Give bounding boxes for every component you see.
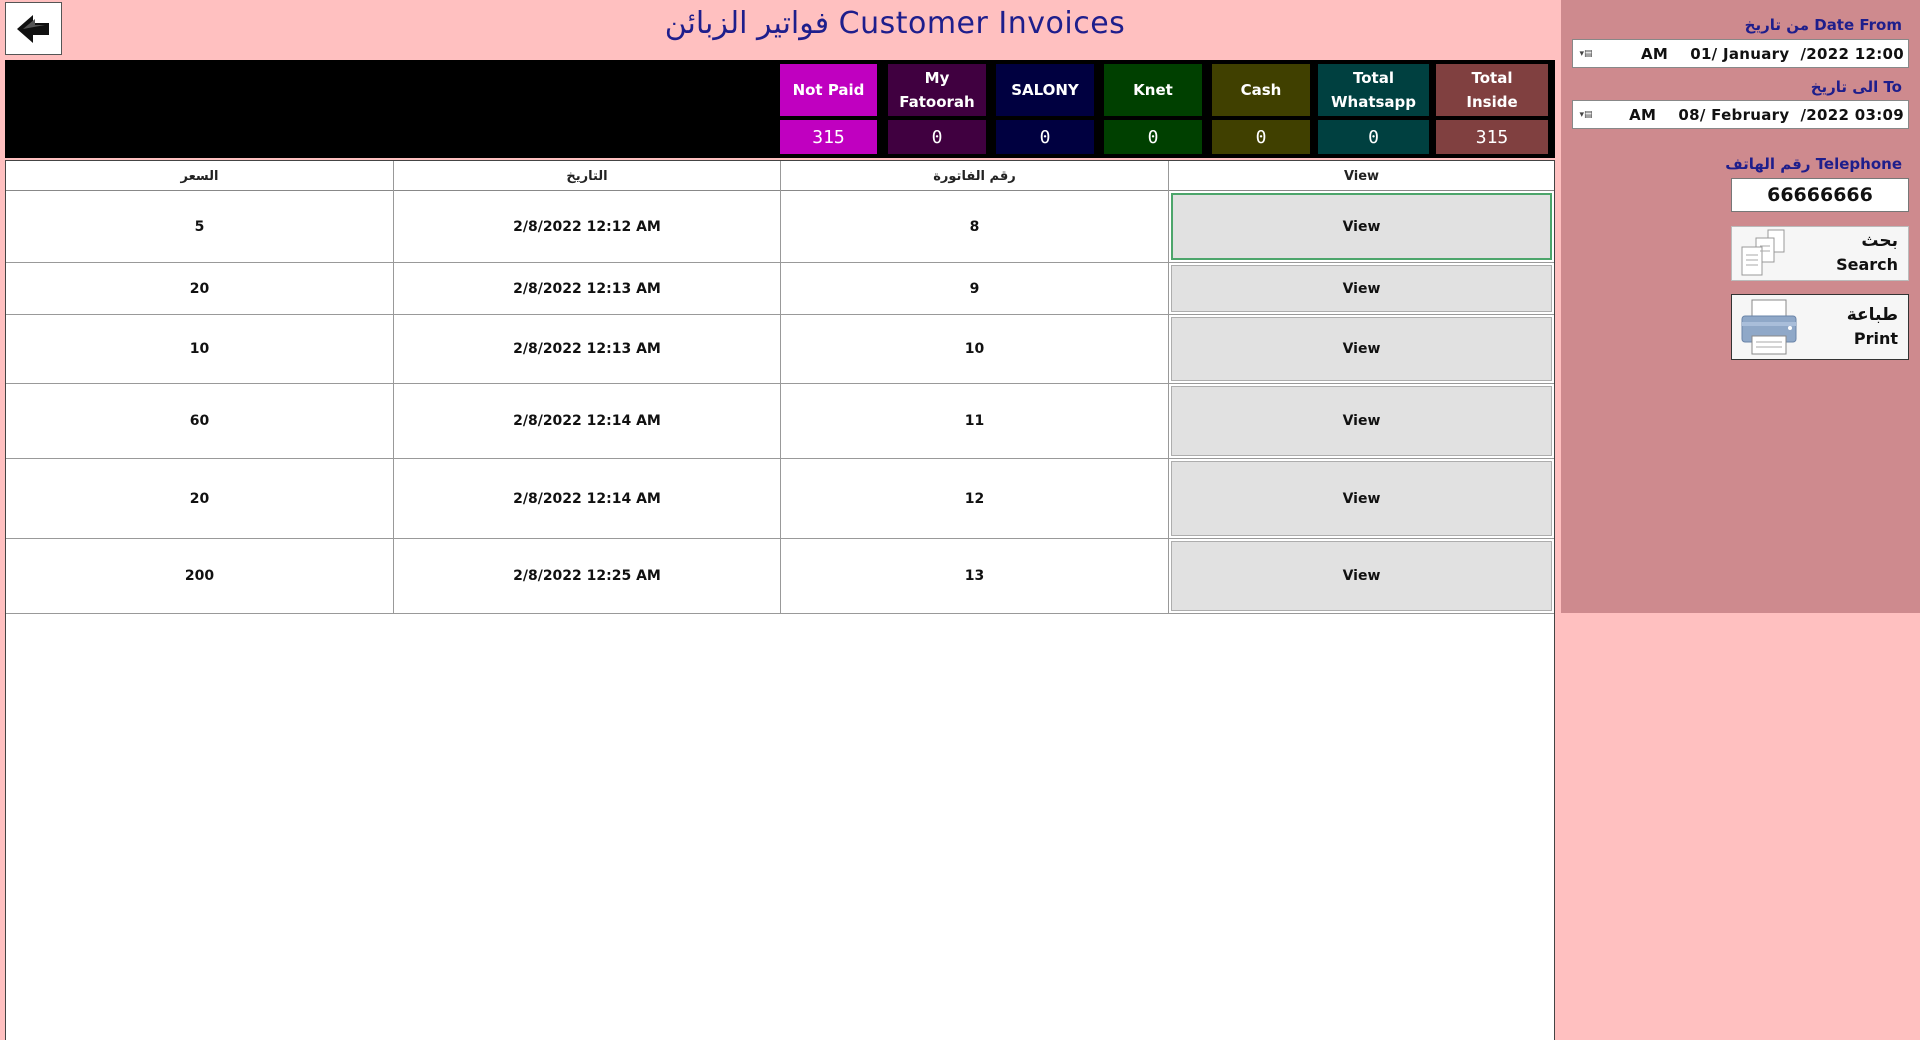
table-row: 20 2/8/2022 12:13 AM 9 View bbox=[6, 263, 1554, 315]
calendar-dropdown-icon[interactable]: ▾▤ bbox=[1573, 49, 1599, 59]
payment-totals-panel: Not Paid 315 My Fatoorah 0 SALONY 0 Knet… bbox=[5, 60, 1555, 158]
date-cell: 2/8/2022 12:25 AM bbox=[393, 539, 780, 613]
invoice-number-cell: 10 bbox=[780, 315, 1168, 383]
column-header-price[interactable]: السعر bbox=[6, 161, 393, 191]
print-label-ar: طباعة bbox=[1846, 305, 1898, 325]
date-from-picker[interactable]: ▾▤ 12:00 AM 01/ January /2022 bbox=[1572, 39, 1909, 68]
view-cell: View bbox=[1168, 315, 1554, 383]
total-label: Total Inside bbox=[1436, 64, 1548, 116]
price-cell: 20 bbox=[189, 490, 210, 507]
view-cell: View bbox=[1168, 263, 1554, 314]
print-label-en: Print bbox=[1853, 329, 1898, 348]
column-header-date[interactable]: التاريخ bbox=[393, 161, 780, 191]
invoice-number-cell: 9 bbox=[780, 263, 1168, 314]
invoice-number-cell: 12 bbox=[780, 459, 1168, 538]
view-cell: View bbox=[1168, 384, 1554, 458]
view-invoice-button[interactable]: View bbox=[1171, 386, 1552, 456]
column-header-invoice-number[interactable]: رقم الفاتورة bbox=[780, 161, 1168, 191]
invoices-table[interactable]: السعر التاريخ رقم الفاتورة View 5 2/8/20… bbox=[5, 160, 1555, 1040]
view-cell: View bbox=[1168, 539, 1554, 613]
price-cell: 60 bbox=[189, 413, 210, 429]
view-cell: View bbox=[1168, 191, 1554, 262]
date-from-label: من تاريخ Date From bbox=[1744, 16, 1902, 34]
total-value: 315 bbox=[1436, 120, 1548, 154]
total-value: 0 bbox=[996, 120, 1094, 154]
invoice-number-cell: 11 bbox=[780, 384, 1168, 458]
date-to-value: 03:09 AM 08/ February /2022 bbox=[1629, 105, 1904, 124]
telephone-input[interactable]: 66666666 bbox=[1731, 178, 1909, 212]
view-invoice-button[interactable]: View bbox=[1171, 461, 1552, 536]
date-cell: 2/8/2022 12:13 AM bbox=[393, 263, 780, 314]
total-label: Not Paid bbox=[780, 64, 877, 116]
total-knet: Knet 0 bbox=[1104, 64, 1202, 154]
table-row: 10 2/8/2022 12:13 AM 10 View bbox=[6, 315, 1554, 384]
total-cash: Cash 0 bbox=[1212, 64, 1310, 154]
table-row: 200 2/8/2022 12:25 AM 13 View bbox=[6, 539, 1554, 614]
price-cell: 10 bbox=[189, 341, 210, 357]
total-label: Cash bbox=[1212, 64, 1310, 116]
search-documents-icon bbox=[1741, 229, 1785, 276]
date-cell: 2/8/2022 12:14 AM bbox=[393, 384, 780, 458]
total-value: 0 bbox=[888, 120, 986, 154]
view-invoice-button[interactable]: View bbox=[1171, 193, 1552, 260]
total-my-fatoorah: My Fatoorah 0 bbox=[888, 64, 986, 154]
date-from-value: 12:00 AM 01/ January /2022 bbox=[1640, 44, 1904, 63]
total-value: 0 bbox=[1212, 120, 1310, 154]
table-row: 5 2/8/2022 12:12 AM 8 View bbox=[6, 191, 1554, 263]
date-to-label: الى تاريخ To bbox=[1810, 78, 1902, 96]
price-cell: 200 bbox=[184, 568, 215, 584]
total-salony: SALONY 0 bbox=[996, 64, 1094, 154]
search-label-ar: بحث bbox=[1861, 231, 1898, 251]
filter-sidebar: من تاريخ Date From ▾▤ 12:00 AM 01/ Janua… bbox=[1561, 0, 1920, 613]
printer-icon bbox=[1741, 299, 1797, 355]
total-value: 0 bbox=[1104, 120, 1202, 154]
price-cell: 20 bbox=[189, 280, 210, 297]
invoice-number-cell: 8 bbox=[780, 191, 1168, 262]
table-row: 60 2/8/2022 12:14 AM 11 View bbox=[6, 384, 1554, 459]
total-label: My Fatoorah bbox=[888, 64, 986, 116]
view-invoice-button[interactable]: View bbox=[1171, 265, 1552, 312]
page-title: فواتير الزبائن Customer Invoices bbox=[664, 6, 1126, 41]
date-cell: 2/8/2022 12:13 AM bbox=[393, 315, 780, 383]
total-label: Total Whatsapp bbox=[1318, 64, 1429, 116]
total-inside: Total Inside 315 bbox=[1436, 64, 1548, 154]
table-row: 20 2/8/2022 12:14 AM 12 View bbox=[6, 459, 1554, 539]
total-label: Knet bbox=[1104, 64, 1202, 116]
price-cell: 5 bbox=[194, 218, 205, 235]
date-cell: 2/8/2022 12:14 AM bbox=[393, 459, 780, 538]
search-label-en: Search bbox=[1836, 255, 1898, 274]
date-to-picker[interactable]: ▾▤ 03:09 AM 08/ February /2022 bbox=[1572, 100, 1909, 129]
column-header-view[interactable]: View bbox=[1168, 161, 1554, 191]
telephone-label: رقم الهاتف Telephone bbox=[1725, 155, 1902, 173]
total-whatsapp: Total Whatsapp 0 bbox=[1318, 64, 1429, 154]
calendar-dropdown-icon[interactable]: ▾▤ bbox=[1573, 110, 1599, 120]
view-cell: View bbox=[1168, 459, 1554, 538]
table-header: السعر التاريخ رقم الفاتورة View bbox=[6, 161, 1554, 191]
total-not-paid: Not Paid 315 bbox=[780, 64, 877, 154]
print-button[interactable]: طباعة Print bbox=[1731, 294, 1909, 360]
view-invoice-button[interactable]: View bbox=[1171, 541, 1552, 611]
search-button[interactable]: بحث Search bbox=[1731, 226, 1909, 281]
invoice-number-cell: 13 bbox=[780, 539, 1168, 613]
total-label: SALONY bbox=[996, 64, 1094, 116]
total-value: 315 bbox=[780, 120, 877, 154]
date-cell: 2/8/2022 12:12 AM bbox=[393, 191, 780, 262]
view-invoice-button[interactable]: View bbox=[1171, 317, 1552, 381]
total-value: 0 bbox=[1318, 120, 1429, 154]
